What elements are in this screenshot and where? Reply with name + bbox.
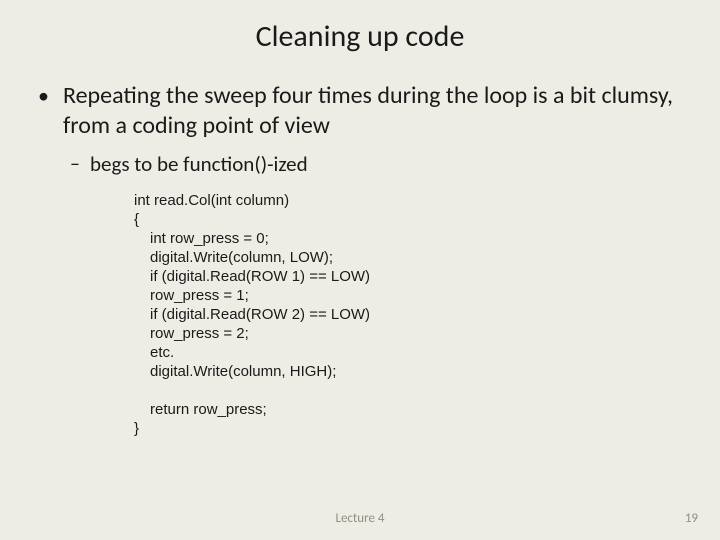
code-line: { xyxy=(134,210,680,229)
bullet-dash: – xyxy=(70,151,80,177)
bullet-dot: • xyxy=(38,81,49,111)
code-line: return row_press; xyxy=(134,400,680,419)
bullet-text: begs to be function()-ized xyxy=(90,151,308,177)
code-line: digital.Write(column, HIGH); xyxy=(134,362,680,381)
code-line: } xyxy=(134,419,680,438)
code-line: if (digital.Read(ROW 1) == LOW) xyxy=(134,267,680,286)
code-line: int row_press = 0; xyxy=(134,229,680,248)
code-block: int read.Col(int column) { int row_press… xyxy=(134,191,680,438)
code-line: int read.Col(int column) xyxy=(134,191,680,210)
footer-lecture: Lecture 4 xyxy=(0,511,720,526)
code-line: digital.Write(column, LOW); xyxy=(134,248,680,267)
code-line: row_press = 1; xyxy=(134,286,680,305)
bullet-level-2: – begs to be function()-ized xyxy=(70,151,680,177)
page-title: Cleaning up code xyxy=(40,18,680,55)
code-line: if (digital.Read(ROW 2) == LOW) xyxy=(134,305,680,324)
footer-page-number: 19 xyxy=(685,511,698,526)
code-blank xyxy=(134,381,680,400)
code-line: etc. xyxy=(134,343,680,362)
slide: Cleaning up code • Repeating the sweep f… xyxy=(0,0,720,540)
bullet-level-1: • Repeating the sweep four times during … xyxy=(40,81,680,141)
code-line: row_press = 2; xyxy=(134,324,680,343)
bullet-text: Repeating the sweep four times during th… xyxy=(63,81,680,141)
